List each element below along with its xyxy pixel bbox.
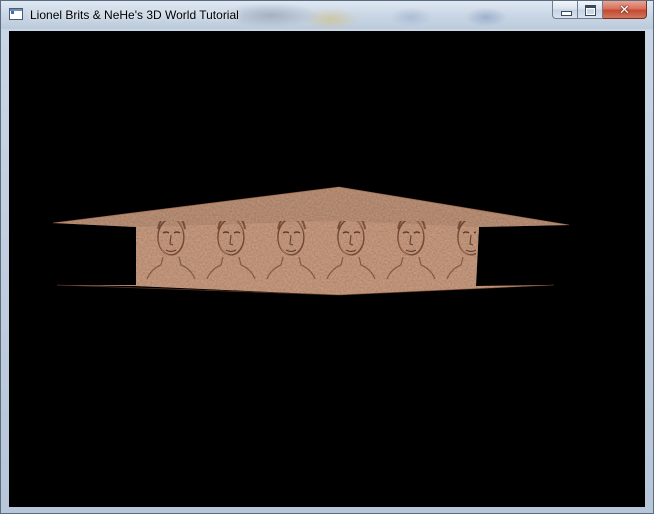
app-window-icon[interactable] xyxy=(9,8,23,20)
3d-scene xyxy=(52,186,570,296)
window-title: Lionel Brits & NeHe's 3D World Tutorial xyxy=(30,8,239,22)
minimize-icon xyxy=(561,11,572,16)
maximize-button[interactable] xyxy=(578,1,603,19)
app-window: Lionel Brits & NeHe's 3D World Tutorial … xyxy=(0,0,654,514)
maximize-icon xyxy=(585,5,596,16)
title-bar[interactable]: Lionel Brits & NeHe's 3D World Tutorial … xyxy=(1,1,653,29)
caption-buttons: ✕ xyxy=(552,1,647,20)
minimize-button[interactable] xyxy=(552,1,578,19)
close-button[interactable]: ✕ xyxy=(603,1,647,19)
close-icon: ✕ xyxy=(619,2,630,17)
opengl-viewport[interactable] xyxy=(9,31,645,507)
